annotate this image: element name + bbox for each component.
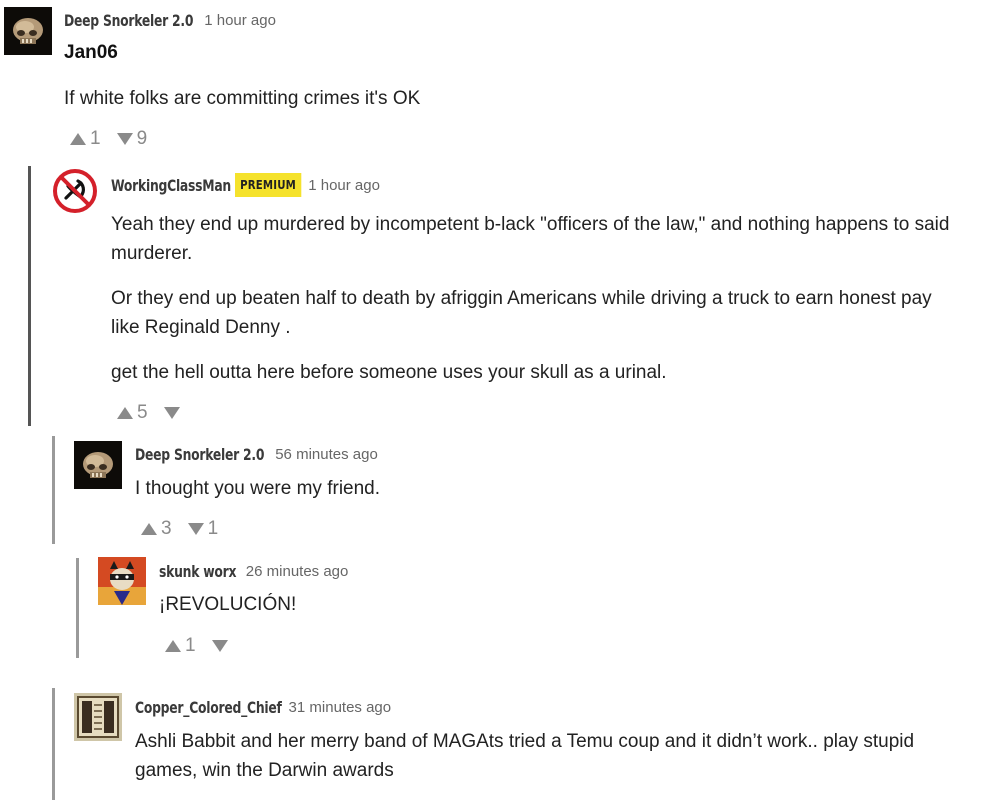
downvote-count: 9 xyxy=(136,128,148,149)
username[interactable]: Deep Snorkeler 2.0 xyxy=(64,11,193,30)
comment-header: WorkingClassMan PREMIUM 1 hour ago xyxy=(111,173,380,197)
thread-line[interactable] xyxy=(52,436,55,544)
downvote-arrow-icon[interactable] xyxy=(187,523,204,535)
thread-line[interactable] xyxy=(28,166,31,426)
username[interactable]: WorkingClassMan xyxy=(111,176,231,195)
vote-controls: 3 1 xyxy=(141,518,234,540)
comment-header: Deep Snorkeler 2.0 1 hour ago xyxy=(64,9,276,31)
comment-text: like Reginald Denny . xyxy=(111,317,291,338)
vote-controls: 1 xyxy=(165,635,238,657)
comment-header: Deep Snorkeler 2.0 56 minutes ago xyxy=(135,443,378,465)
thread-line[interactable] xyxy=(52,688,55,800)
comment-text: ¡REVOLUCIÓN! xyxy=(159,594,297,615)
timestamp[interactable]: 26 minutes ago xyxy=(246,563,349,580)
skull-avatar-icon xyxy=(4,7,52,55)
comment-text: Or they end up beaten half to death by a… xyxy=(111,288,932,309)
comment-header: skunk worx 26 minutes ago xyxy=(159,560,348,582)
premium-badge: PREMIUM xyxy=(234,173,301,197)
comment-text: get the hell outta here before someone u… xyxy=(111,362,667,383)
downvote-arrow-icon[interactable] xyxy=(116,133,133,145)
timestamp[interactable]: 1 hour ago xyxy=(308,177,380,194)
upvote-arrow-icon[interactable] xyxy=(70,133,86,145)
comment-header: Copper_Colored_Chief 31 minutes ago xyxy=(135,696,391,718)
user-avatar[interactable] xyxy=(74,441,122,489)
downvote-arrow-icon[interactable] xyxy=(211,640,228,652)
upvote-count: 5 xyxy=(137,402,148,423)
anti-communist-avatar-icon xyxy=(51,167,99,215)
upvote-arrow-icon[interactable] xyxy=(141,523,157,535)
downvote-count: 1 xyxy=(207,518,219,539)
upvote-arrow-icon[interactable] xyxy=(117,407,133,419)
username[interactable]: skunk worx xyxy=(159,562,236,581)
username[interactable]: Deep Snorkeler 2.0 xyxy=(135,445,264,464)
comment-text: murderer. xyxy=(111,243,193,264)
user-avatar[interactable] xyxy=(4,7,52,55)
comment-text: games, win the Darwin awards xyxy=(135,760,394,781)
comment-text: If white folks are committing crimes it'… xyxy=(64,88,421,109)
timestamp[interactable]: 31 minutes ago xyxy=(289,699,392,716)
comment-text: Yeah they end up murdered by incompetent… xyxy=(111,214,950,235)
upvote-count: 3 xyxy=(161,518,172,539)
comment-thread: Deep Snorkeler 2.0 1 hour ago Jan06 If w… xyxy=(0,0,1001,800)
user-avatar[interactable] xyxy=(51,167,99,215)
comment-text: I thought you were my friend. xyxy=(135,478,381,499)
timestamp[interactable]: 1 hour ago xyxy=(204,12,276,29)
vote-controls: 5 xyxy=(117,402,190,424)
raccoon-avatar-icon xyxy=(98,557,146,605)
user-avatar[interactable] xyxy=(74,693,122,741)
comment-text: Ashli Babbit and her merry band of MAGAt… xyxy=(135,731,915,752)
upvote-count: 1 xyxy=(90,128,101,149)
username[interactable]: Copper_Colored_Chief xyxy=(135,698,282,717)
downvote-arrow-icon[interactable] xyxy=(163,407,180,419)
user-avatar[interactable] xyxy=(98,557,146,605)
upvote-count: 1 xyxy=(185,635,196,656)
comment-title: Jan06 xyxy=(64,42,118,63)
upvote-arrow-icon[interactable] xyxy=(165,640,181,652)
document-avatar-icon xyxy=(74,693,122,741)
skull-avatar-icon xyxy=(74,441,122,489)
thread-line[interactable] xyxy=(76,558,79,658)
timestamp[interactable]: 56 minutes ago xyxy=(275,446,378,463)
vote-controls: 1 9 xyxy=(70,128,163,150)
